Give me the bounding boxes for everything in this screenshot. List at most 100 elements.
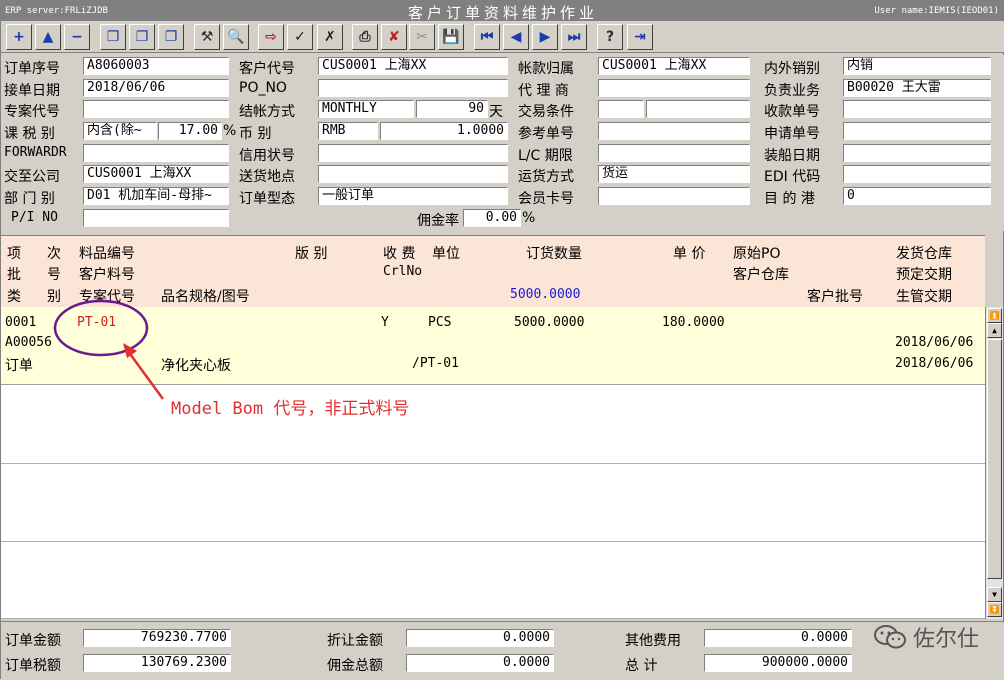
order-tax-field: 130769.2300 <box>83 654 231 672</box>
lc-label: 信用状号 <box>239 148 295 164</box>
copy-detail-button[interactable]: ❐ <box>158 24 184 50</box>
grand-total-field: 900000.0000 <box>704 654 852 672</box>
order-no-field[interactable]: A8060003 <box>83 57 229 75</box>
tax-type-field[interactable]: 内含(除~ <box>83 122 157 140</box>
qty-total: 5000.0000 <box>510 287 581 302</box>
add-record-button[interactable]: + <box>6 24 32 50</box>
ship-method-field[interactable]: 货运 <box>598 165 750 183</box>
ship-place-label: 送货地点 <box>239 169 295 185</box>
table-row[interactable]: 0001 PT-01 Y PCS 5000.0000 180.0000 A000… <box>1 307 985 385</box>
row-divider <box>1 463 985 464</box>
prev-record-button[interactable]: ◀ <box>503 24 529 50</box>
tax-rate-field[interactable]: 17.00 <box>158 122 222 140</box>
watermark: 佐尔仕 <box>873 621 979 653</box>
col-version: 版 别 <box>295 246 328 262</box>
ship-date-field[interactable] <box>843 144 991 162</box>
help-button[interactable]: ? <box>597 24 623 50</box>
customer-code-field[interactable]: CUS0001 上海XX <box>318 57 508 75</box>
ship-place-field[interactable] <box>318 165 508 183</box>
order-date-field[interactable]: 2018/06/06 <box>83 79 229 97</box>
query-button[interactable]: 🔍 <box>223 24 249 50</box>
lc-field[interactable] <box>318 144 508 162</box>
col-charge: 收 费 <box>383 246 416 262</box>
void-button[interactable]: ✘ <box>381 24 407 50</box>
col-production-date: 生管交期 <box>896 289 952 305</box>
insert-record-button[interactable]: ▲ <box>35 24 61 50</box>
po-no-label: PO_NO <box>239 80 287 96</box>
order-tax-label: 订单税额 <box>5 658 61 674</box>
cancel-confirm-button[interactable]: ✗ <box>317 24 343 50</box>
col-customer-batch: 客户批号 <box>807 289 863 305</box>
dest-port-field[interactable]: 0 <box>843 187 991 205</box>
order-type-field[interactable]: 一般订单 <box>318 187 508 205</box>
modify-button[interactable]: ⚒ <box>194 24 220 50</box>
trade-terms-desc-field[interactable] <box>646 100 750 118</box>
trade-terms-field[interactable] <box>598 100 644 118</box>
col-crlno: CrlNo <box>383 264 423 279</box>
copy-header-button[interactable]: ❐ <box>129 24 155 50</box>
watermark-text: 佐尔仕 <box>912 627 979 652</box>
scroll-top-icon[interactable]: ⏫ <box>987 308 1002 323</box>
row-batch: A00056 <box>5 335 52 350</box>
void-icon: ✘ <box>388 29 400 45</box>
member-field[interactable] <box>598 187 750 205</box>
apply-no-field[interactable] <box>843 122 991 140</box>
scroll-bottom-icon[interactable]: ⏬ <box>987 602 1002 617</box>
account-field[interactable]: CUS0001 上海XX <box>598 57 750 75</box>
currency-field[interactable]: RMB <box>318 122 378 140</box>
save-button[interactable]: 💾 <box>438 24 464 50</box>
confirm-button[interactable]: ✓ <box>287 24 313 50</box>
forwarder-label: FORWARDR <box>4 145 67 160</box>
member-label: 会员卡号 <box>518 191 574 207</box>
commission-total-field: 0.0000 <box>406 654 554 672</box>
row-charge-flag: Y <box>381 315 389 330</box>
first-record-button[interactable]: ⏮ <box>474 24 500 50</box>
col-spec: 品名规格/图号 <box>161 289 250 305</box>
customer-code-label: 客户代号 <box>239 61 295 77</box>
arrow-up-icon: ▲ <box>42 29 54 45</box>
copy-record-button[interactable]: ❐ <box>100 24 126 50</box>
scroll-thumb[interactable] <box>987 339 1002 579</box>
domestic-field[interactable]: 内销 <box>843 57 991 75</box>
lc-date-field[interactable] <box>598 144 750 162</box>
row-type: 订单 <box>5 358 33 374</box>
po-no-field[interactable] <box>318 79 508 97</box>
ref-no-field[interactable] <box>598 122 750 140</box>
project-field[interactable] <box>83 100 229 118</box>
col-customer-warehouse: 客户仓库 <box>733 267 789 283</box>
order-no-label: 订单序号 <box>4 61 60 77</box>
clear-button[interactable]: ✂ <box>409 24 435 50</box>
apply-no-label: 申请单号 <box>764 126 820 142</box>
exit-door-icon: ⇥ <box>634 29 646 45</box>
exit-button[interactable]: ⇥ <box>627 24 653 50</box>
next-record-button[interactable]: ▶ <box>532 24 558 50</box>
last-record-button[interactable]: ⏭ <box>561 24 587 50</box>
col-batch: 批 <box>7 267 21 283</box>
receipt-no-field[interactable] <box>843 100 991 118</box>
order-type-label: 订单型态 <box>239 191 295 207</box>
settle-days-field[interactable]: 90 <box>416 100 488 118</box>
delete-record-button[interactable]: − <box>64 24 90 50</box>
row-drawing: /PT-01 <box>412 356 459 371</box>
import-button[interactable]: ⇨ <box>258 24 284 50</box>
tax-label: 课 税 别 <box>4 126 55 142</box>
agent-field[interactable] <box>598 79 750 97</box>
hammer-icon: ⚒ <box>200 29 214 45</box>
col-planned-date: 预定交期 <box>896 267 952 283</box>
scroll-down-icon[interactable]: ▼ <box>987 587 1002 602</box>
exchange-rate-field[interactable]: 1.0000 <box>380 122 508 140</box>
commission-field[interactable]: 0.00 <box>463 209 521 227</box>
row-spec: 净化夹心板 <box>161 358 231 374</box>
plus-icon: + <box>13 29 25 45</box>
scroll-up-icon[interactable]: ▲ <box>987 323 1002 338</box>
settle-field[interactable]: MONTHLY <box>318 100 414 118</box>
dept-field[interactable]: D01 机加车间-母排~ <box>83 187 229 205</box>
pi-no-field[interactable] <box>83 209 229 227</box>
deliver-to-field[interactable]: CUS0001 上海XX <box>83 165 229 183</box>
print-button[interactable]: ⎙ <box>352 24 378 50</box>
edi-field[interactable] <box>843 165 991 183</box>
salesperson-field[interactable]: B00020 王大雷 <box>843 79 991 97</box>
vertical-scrollbar[interactable]: ⏫ ▲ ▼ ⏬ <box>985 307 1003 619</box>
ref-no-label: 参考单号 <box>518 126 574 142</box>
forwarder-field[interactable] <box>83 144 229 162</box>
